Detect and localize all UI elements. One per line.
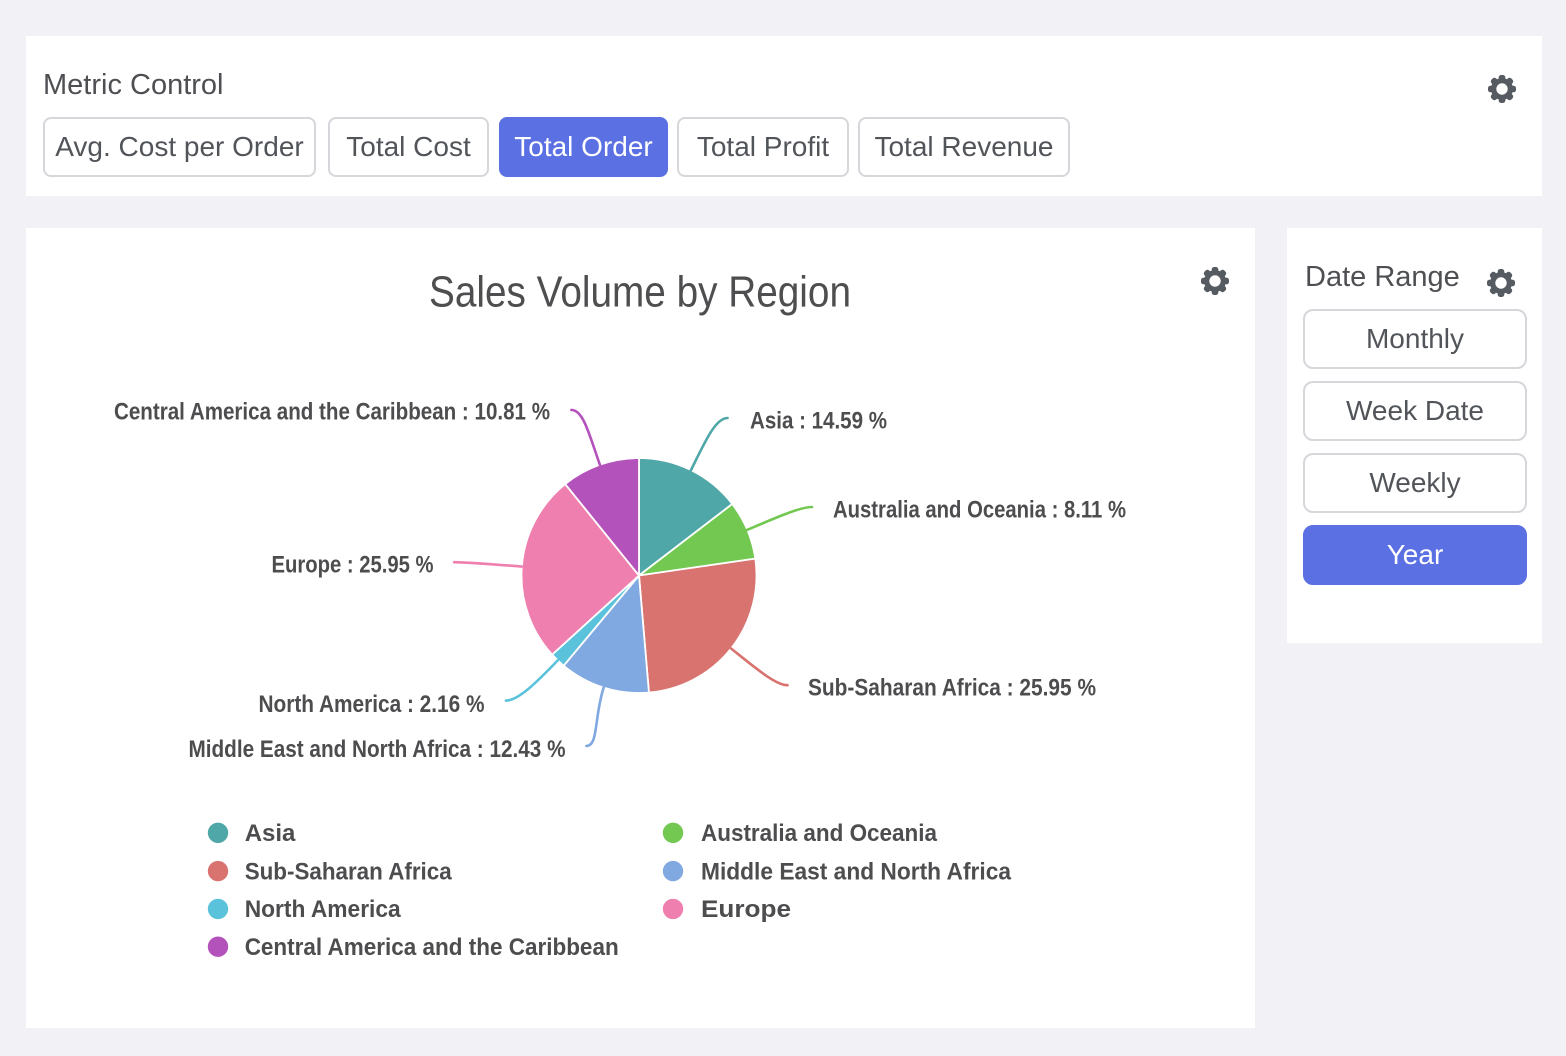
svg-text:Sub-Saharan Africa : 25.95 %: Sub-Saharan Africa : 25.95 % — [808, 675, 1096, 702]
svg-text:Asia : 14.59 %: Asia : 14.59 % — [750, 408, 887, 435]
svg-text:Sub-Saharan Africa: Sub-Saharan Africa — [245, 858, 453, 885]
svg-text:Middle East and North Africa: Middle East and North Africa — [701, 858, 1012, 885]
svg-text:Central America and the Caribb: Central America and the Caribbean : 10.8… — [114, 399, 550, 426]
svg-text:Middle East and North Africa :: Middle East and North Africa : 12.43 % — [189, 736, 566, 763]
svg-text:Asia: Asia — [245, 820, 296, 847]
svg-text:Europe : 25.95 %: Europe : 25.95 % — [272, 552, 434, 579]
svg-text:Australia and Oceania: Australia and Oceania — [701, 820, 938, 847]
svg-text:Sales Volume by Region: Sales Volume by Region — [429, 268, 851, 317]
svg-text:North America: North America — [245, 896, 402, 923]
svg-text:Australia and Oceania : 8.11 %: Australia and Oceania : 8.11 % — [833, 497, 1126, 524]
svg-text:Europe: Europe — [701, 896, 791, 923]
svg-text:Central America and the Caribb: Central America and the Caribbean — [245, 934, 619, 961]
svg-text:North America : 2.16 %: North America : 2.16 % — [259, 691, 485, 718]
